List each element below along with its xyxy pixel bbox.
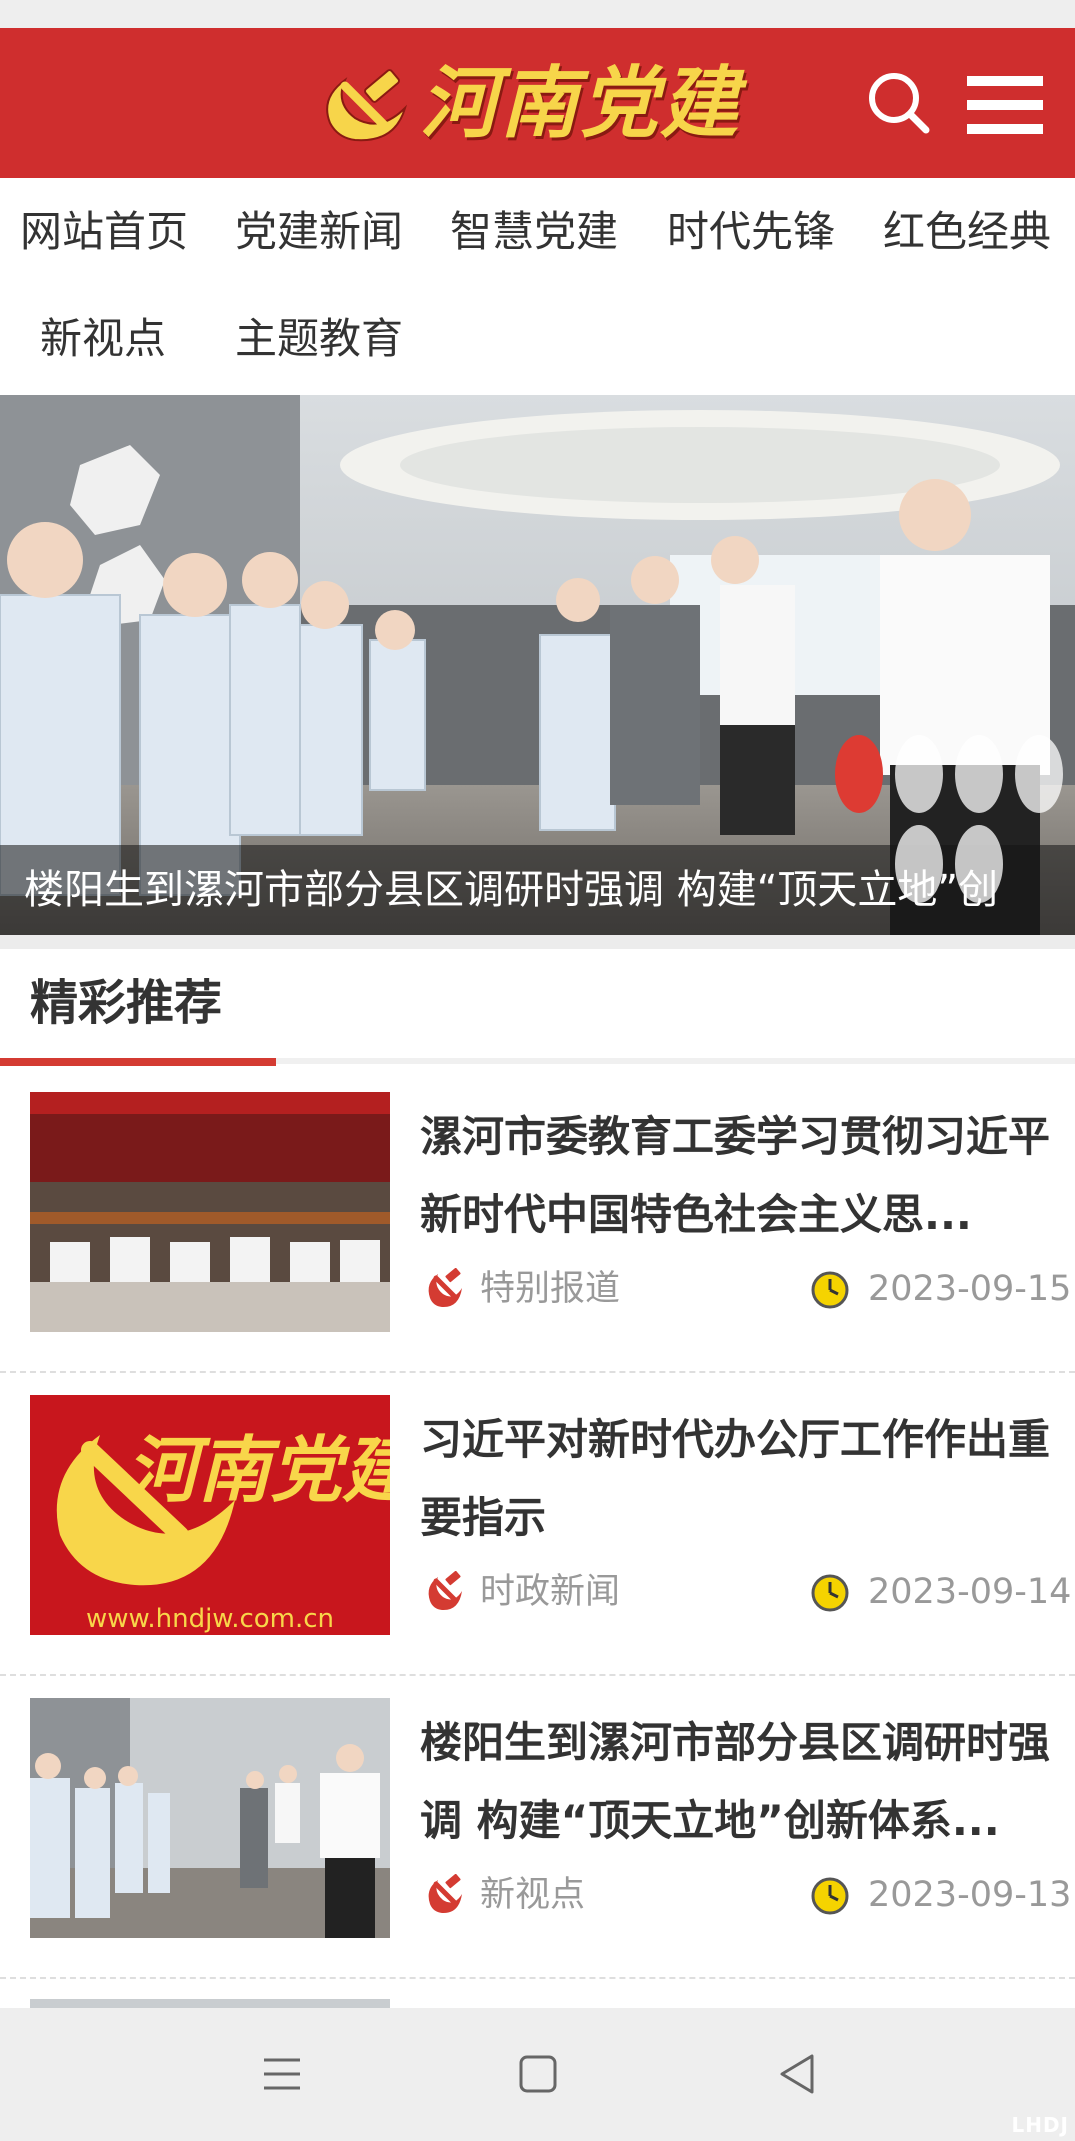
logo-text: 河南党建 bbox=[420, 58, 741, 149]
thumb-logo-top: 河南党建 bbox=[126, 1427, 390, 1512]
article-item-3[interactable]: 楼阳生到漯河市部分县区调研时强调 构建“顶天立地”创新体系... 新视点 202… bbox=[0, 1676, 1075, 1979]
recent-apps-icon[interactable] bbox=[252, 2044, 312, 2104]
app-header: 河南党建 bbox=[0, 28, 1075, 178]
home-square-icon[interactable] bbox=[508, 2044, 568, 2104]
nav-item-red-classics[interactable]: 红色经典 bbox=[883, 204, 1051, 260]
article-thumbnail bbox=[30, 1698, 390, 1938]
article-category[interactable]: 新视点 bbox=[480, 1872, 585, 1918]
system-nav-bar: LHDJ bbox=[0, 2008, 1075, 2141]
article-title[interactable]: 漯河市委教育工委学习贯彻习近平新时代中国特色社会主义思... bbox=[420, 1098, 1050, 1254]
carousel-dot-4[interactable] bbox=[1015, 735, 1063, 813]
site-logo[interactable]: 河南党建 bbox=[308, 50, 738, 160]
party-emblem-icon bbox=[428, 1874, 462, 1914]
article-category[interactable]: 特别报道 bbox=[480, 1266, 620, 1312]
carousel-dot-6[interactable] bbox=[955, 825, 1003, 903]
article-title[interactable]: 习近平对新时代办公厅工作作出重要指示 bbox=[420, 1401, 1050, 1557]
nav-item-home[interactable]: 网站首页 bbox=[20, 204, 188, 260]
section-underline-active bbox=[0, 1058, 276, 1066]
carousel-dot-1[interactable] bbox=[835, 735, 883, 813]
hero-caption[interactable]: 楼阳生到漯河市部分县区调研时强调 构建“顶天立地”创 bbox=[24, 857, 998, 923]
section-divider bbox=[0, 935, 1075, 949]
nav-item-party-news[interactable]: 党建新闻 bbox=[235, 204, 403, 260]
back-triangle-icon[interactable] bbox=[768, 2044, 828, 2104]
nav-item-pioneers[interactable]: 时代先锋 bbox=[667, 204, 835, 260]
article-category[interactable]: 时政新闻 bbox=[480, 1569, 620, 1615]
hero-carousel[interactable]: 楼阳生到漯河市部分县区调研时强调 构建“顶天立地”创 bbox=[0, 395, 1075, 935]
article-thumbnail-next bbox=[30, 1999, 390, 2008]
watermark: LHDJ bbox=[1011, 2113, 1069, 2137]
article-thumbnail: 河南党建 www.hndjw.com.cn bbox=[30, 1395, 390, 1635]
nav-item-new-viewpoint[interactable]: 新视点 bbox=[40, 311, 166, 367]
status-bar bbox=[0, 0, 1075, 28]
clock-icon bbox=[811, 1574, 849, 1612]
nav-item-smart-party[interactable]: 智慧党建 bbox=[450, 204, 618, 260]
party-emblem-icon bbox=[428, 1268, 462, 1308]
party-emblem-icon bbox=[428, 1571, 462, 1611]
thumb-url: www.hndjw.com.cn bbox=[86, 1604, 334, 1634]
article-date: 2023-09-15 bbox=[868, 1269, 1072, 1309]
carousel-dot-3[interactable] bbox=[955, 735, 1003, 813]
article-date: 2023-09-13 bbox=[868, 1875, 1072, 1915]
article-thumbnail bbox=[30, 1092, 390, 1332]
clock-icon bbox=[811, 1877, 849, 1915]
search-icon[interactable] bbox=[864, 68, 934, 138]
clock-icon bbox=[811, 1271, 849, 1309]
article-item-1[interactable]: 漯河市委教育工委学习贯彻习近平新时代中国特色社会主义思... 特别报道 2023… bbox=[0, 1070, 1075, 1373]
category-nav: 网站首页 党建新闻 智慧党建 时代先锋 红色经典 新视点 主题教育 bbox=[0, 178, 1075, 395]
nav-item-theme-education[interactable]: 主题教育 bbox=[235, 311, 403, 367]
article-item-2[interactable]: 河南党建 www.hndjw.com.cn 习近平对新时代办公厅工作作出重要指示… bbox=[0, 1373, 1075, 1676]
section-title: 精彩推荐 bbox=[30, 975, 223, 1031]
article-date: 2023-09-14 bbox=[868, 1572, 1072, 1612]
article-title[interactable]: 楼阳生到漯河市部分县区调研时强调 构建“顶天立地”创新体系... bbox=[420, 1704, 1050, 1860]
carousel-dot-2[interactable] bbox=[895, 735, 943, 813]
party-emblem-icon bbox=[326, 69, 408, 142]
carousel-dot-5[interactable] bbox=[895, 825, 943, 903]
hamburger-menu-icon[interactable] bbox=[965, 70, 1045, 140]
